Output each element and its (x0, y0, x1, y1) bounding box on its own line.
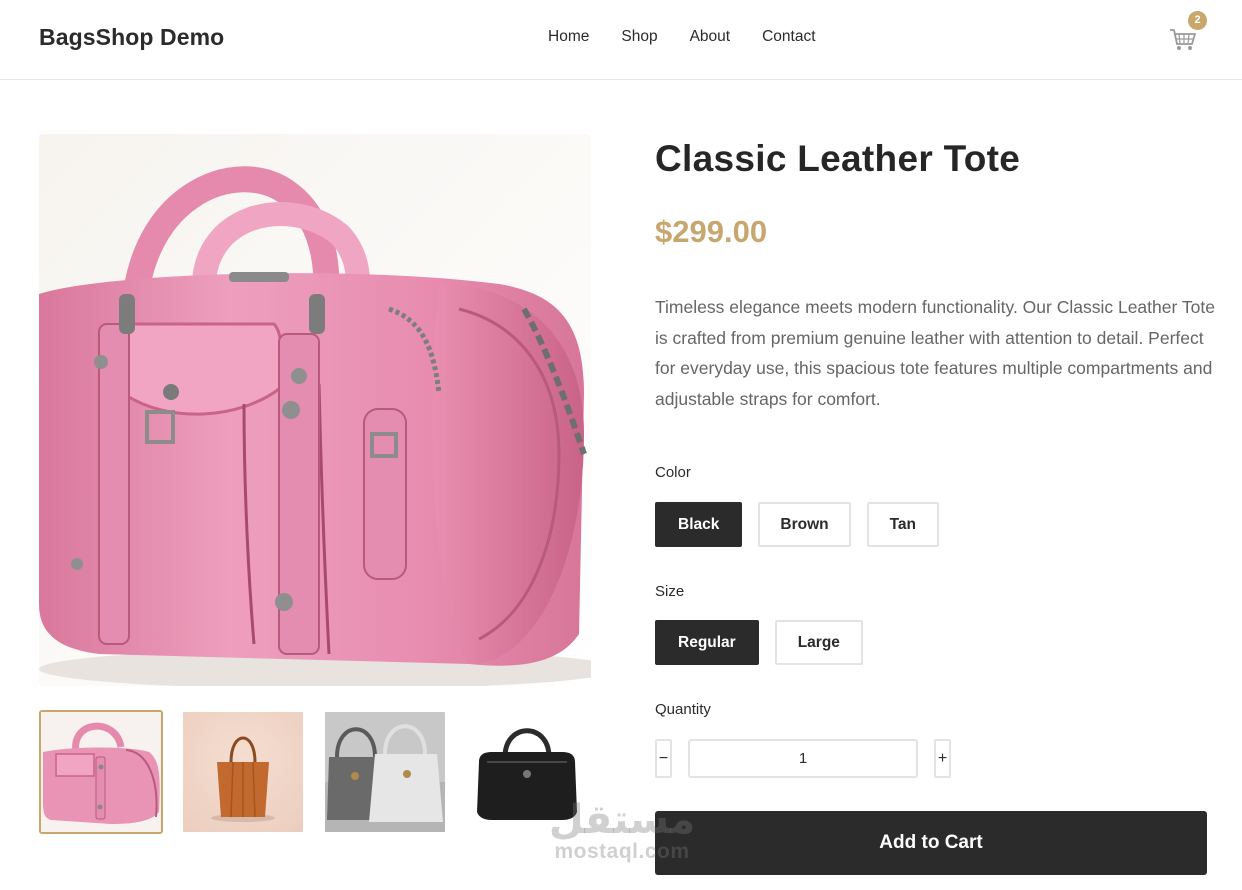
thumbnail-gallery (39, 710, 589, 834)
color-option-black[interactable]: Black (655, 502, 743, 547)
product-main-image (39, 134, 591, 686)
product-description: Timeless elegance meets modern functiona… (655, 297, 1215, 409)
nav-home[interactable]: Home (548, 28, 589, 46)
thumbnail-brown-tote[interactable] (181, 710, 305, 834)
brand-logo[interactable]: BagsShop Demo (39, 24, 224, 51)
quantity-decrement-button[interactable]: − (655, 739, 672, 778)
site-header: BagsShop Demo Home Shop About Contact 2 (0, 0, 1242, 80)
nav-about[interactable]: About (690, 28, 731, 46)
quantity-label: Quantity (655, 701, 711, 718)
nav-contact[interactable]: Contact (762, 28, 815, 46)
watermark-latin: mostaql.com (554, 840, 690, 863)
color-label: Color (655, 464, 691, 481)
color-options: Black Brown Tan (655, 502, 939, 547)
add-to-cart-button[interactable]: Add to Cart (655, 811, 1207, 875)
quantity-increment-button[interactable]: + (934, 739, 951, 778)
nav-shop[interactable]: Shop (621, 28, 657, 46)
color-option-brown[interactable]: Brown (758, 502, 851, 547)
size-label: Size (655, 583, 685, 600)
color-option-tan[interactable]: Tan (866, 502, 939, 547)
quantity-input[interactable] (688, 739, 918, 778)
product-price: $299.00 (655, 214, 768, 249)
watermark-arabic: مستقل (548, 797, 696, 843)
main-nav: Home Shop About Contact (548, 28, 816, 46)
size-options: Regular Large (655, 620, 863, 665)
cart-count-badge: 2 (1188, 11, 1207, 30)
watermark: مستقل mostaql.com (547, 800, 697, 864)
thumbnail-pink-bag[interactable] (39, 710, 163, 834)
size-option-large[interactable]: Large (774, 620, 863, 665)
product-title: Classic Leather Tote (655, 138, 1021, 179)
size-option-regular[interactable]: Regular (655, 620, 759, 665)
thumbnail-silver-bags[interactable] (323, 710, 447, 834)
